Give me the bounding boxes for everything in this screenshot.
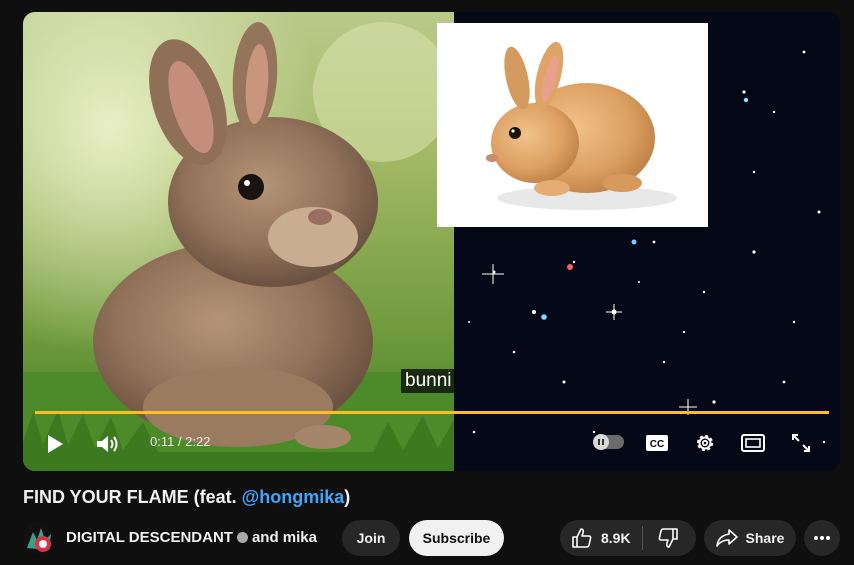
play-button[interactable] (41, 430, 69, 458)
video-title: FIND YOUR FLAME (feat. @hongmika) (23, 487, 350, 508)
video-frame-bunny (23, 12, 454, 471)
dislike-button[interactable] (643, 520, 693, 556)
theater-icon (741, 434, 765, 452)
autoplay-knob (593, 434, 609, 450)
more-button[interactable] (804, 520, 840, 556)
time-display: 0:11 / 2:22 (150, 434, 211, 449)
like-button[interactable]: 8.9K (560, 520, 642, 556)
video-title-prefix: FIND YOUR FLAME (feat. (23, 487, 242, 507)
subscribe-button[interactable]: Subscribe (409, 520, 504, 556)
svg-text:CC: CC (650, 439, 664, 450)
theater-button[interactable] (739, 430, 767, 456)
share-button[interactable]: Share (704, 520, 796, 556)
pause-icon (598, 439, 604, 445)
thumbs-up-icon (572, 528, 592, 548)
captions-button[interactable]: CC (644, 430, 670, 456)
channel-avatar[interactable] (23, 522, 55, 554)
channel-name-link[interactable]: DIGITAL DESCENDANT (66, 529, 233, 546)
fullscreen-button[interactable] (788, 430, 814, 456)
cc-icon: CC (646, 435, 668, 451)
channel-action-row: DIGITAL DESCENDANT and mika Join Subscrib… (23, 519, 843, 557)
share-icon (715, 529, 738, 547)
share-label: Share (745, 530, 785, 546)
play-icon (48, 435, 63, 453)
verified-icon (236, 531, 248, 543)
like-dislike-group: 8.9K (560, 520, 696, 556)
featured-mention-link[interactable]: @hongmika (242, 487, 345, 507)
progress-bar[interactable] (35, 411, 829, 414)
join-button[interactable]: Join (342, 520, 400, 556)
progress-bar-fill (35, 411, 829, 414)
settings-button[interactable] (692, 430, 718, 456)
volume-button[interactable] (93, 430, 123, 458)
fullscreen-icon (792, 434, 810, 452)
channel-names: DIGITAL DESCENDANT and mika (66, 529, 317, 546)
more-icon (814, 536, 830, 540)
volume-icon (97, 436, 118, 452)
avatar-image (23, 522, 55, 554)
coauthor-link[interactable]: and mika (252, 529, 317, 546)
video-inset-bunny (437, 23, 708, 227)
like-count: 8.9K (601, 530, 631, 546)
thumbs-down-icon (658, 528, 678, 548)
autoplay-toggle[interactable] (593, 434, 624, 450)
video-title-suffix: ) (344, 487, 351, 507)
gear-icon (696, 434, 714, 452)
video-player[interactable]: bunni 0:11 / 2:22 CC (23, 12, 840, 471)
caption-text: bunni (401, 369, 456, 393)
player-controls: 0:11 / 2:22 CC (23, 420, 840, 470)
